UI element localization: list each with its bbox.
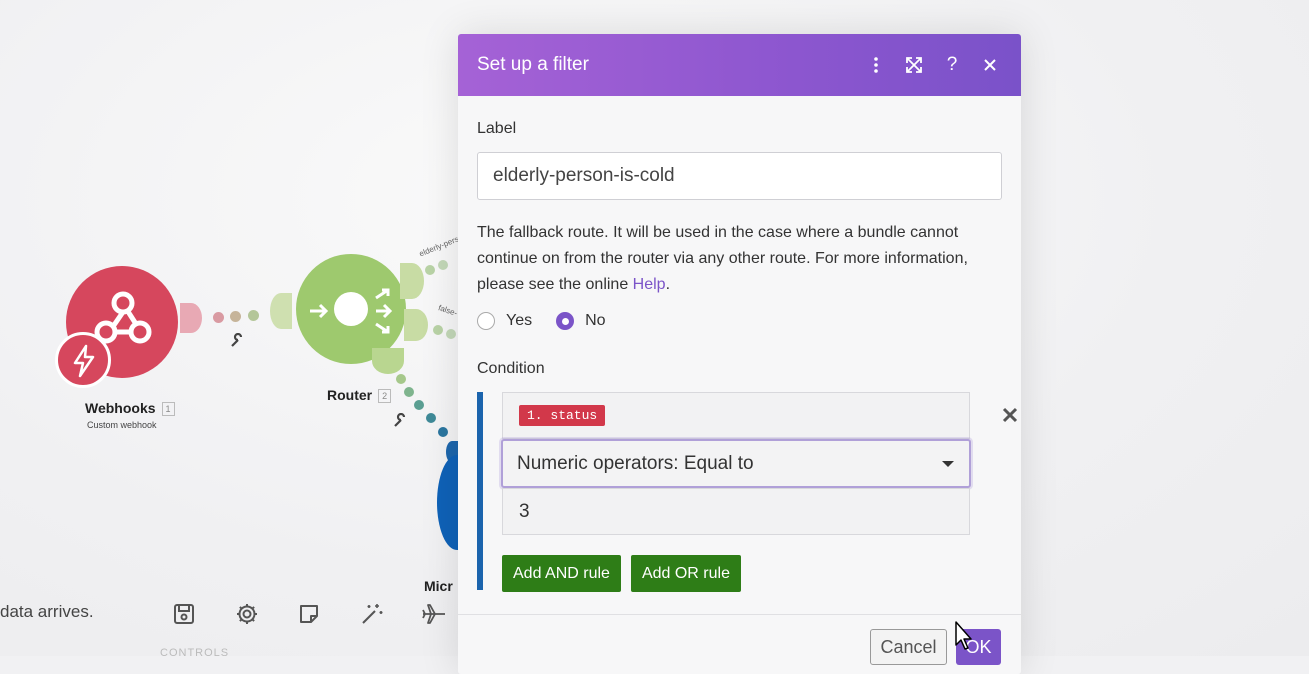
connector-dot (270, 293, 292, 329)
router-handle (372, 348, 404, 374)
condition-group-bar (477, 392, 483, 590)
expand-icon (906, 57, 922, 73)
operand-pill[interactable]: 1. status (519, 405, 606, 426)
router-handle (400, 263, 424, 299)
status-message: data arrives. (0, 602, 94, 621)
save-button[interactable] (166, 596, 202, 632)
more-options-button[interactable] (864, 53, 888, 77)
connector-dot (248, 310, 259, 321)
webhooks-subtitle: Custom webhook (87, 420, 157, 430)
explain-flow-button[interactable] (416, 596, 452, 632)
router-title: Router 2 (327, 387, 392, 404)
add-and-rule-button[interactable]: Add AND rule (502, 555, 621, 592)
note-icon (300, 605, 318, 623)
help-icon: ? (946, 54, 958, 75)
connector-dot (180, 303, 202, 333)
fallback-yes-radio[interactable] (477, 312, 495, 330)
lightning-icon (73, 344, 95, 378)
gear-icon (237, 604, 257, 624)
route-label[interactable]: false- (437, 303, 458, 318)
connector-dot (404, 387, 414, 397)
mouse-cursor-icon (955, 621, 972, 650)
notes-button[interactable] (291, 596, 327, 632)
connector-dot (438, 260, 448, 270)
wrench-icon[interactable] (392, 413, 408, 429)
route-label[interactable]: elderly-pers (418, 234, 460, 258)
value-field[interactable]: 3 (502, 488, 970, 535)
auto-align-button[interactable] (354, 596, 390, 632)
connector-dot (230, 311, 241, 322)
rule-buttons: Add AND rule Add OR rule (502, 555, 970, 592)
close-button[interactable] (978, 53, 1002, 77)
connector-dot (414, 400, 424, 410)
condition-caption: Condition (477, 360, 545, 377)
connector-dot (213, 312, 224, 323)
connector-dot (396, 374, 406, 384)
close-icon (1002, 407, 1018, 423)
operand-field[interactable]: 1. status (502, 392, 970, 439)
router-handle (404, 309, 428, 341)
settings-button[interactable] (229, 596, 265, 632)
expand-button[interactable] (902, 53, 926, 77)
instant-trigger-badge (55, 332, 111, 388)
fallback-radio-group: Yes No (477, 312, 1002, 330)
help-link[interactable]: Help (633, 276, 666, 293)
airplane-icon (422, 604, 445, 624)
fallback-end: . (665, 276, 671, 293)
connector-dot (426, 413, 436, 423)
connector-dot (425, 265, 435, 275)
label-caption: Label (477, 120, 517, 137)
help-button[interactable]: ? (940, 53, 964, 77)
filter-dialog: Set up a filter ? Label elderly-person-i… (458, 34, 1021, 674)
dialog-body: Label elderly-person-is-cold The fallbac… (458, 120, 1021, 592)
operator-select[interactable]: Numeric operators: Equal to (501, 439, 971, 488)
cancel-button[interactable]: Cancel (870, 629, 947, 665)
next-module-title: Micr (424, 578, 453, 594)
condition-group: 1. status Numeric operators: Equal to 3 … (477, 392, 1018, 592)
dialog-footer: Cancel OK (458, 614, 1021, 674)
fallback-no-radio[interactable] (556, 312, 575, 330)
fallback-description: The fallback route. It will be used in t… (477, 220, 997, 298)
fallback-yes-label[interactable]: Yes (506, 312, 532, 330)
dialog-title: Set up a filter (477, 54, 589, 75)
caret-down-icon (942, 460, 954, 467)
module-number: 2 (378, 389, 392, 404)
fallback-text: The fallback route. It will be used in t… (477, 224, 968, 293)
connector-dot (438, 427, 448, 437)
magic-wand-icon (362, 604, 383, 624)
more-vertical-icon (874, 57, 878, 73)
condition-rule: 1. status Numeric operators: Equal to 3 … (501, 392, 971, 592)
label-input[interactable]: elderly-person-is-cold (477, 152, 1002, 200)
router-arrows-icon (310, 288, 393, 334)
close-icon (984, 59, 996, 71)
fallback-no-label[interactable]: No (585, 312, 605, 330)
controls-label: CONTROLS (160, 647, 230, 659)
connector-dot (433, 325, 443, 335)
save-icon (174, 604, 194, 624)
connector-dot (446, 329, 456, 339)
dialog-header: Set up a filter ? (458, 34, 1021, 96)
wrench-icon[interactable] (229, 333, 245, 349)
remove-rule-button[interactable] (1002, 402, 1018, 430)
module-number: 1 (161, 402, 175, 417)
operator-value: Numeric operators: Equal to (517, 452, 754, 474)
add-or-rule-button[interactable]: Add OR rule (630, 555, 741, 592)
webhooks-title: Webhooks 1 (85, 400, 175, 417)
